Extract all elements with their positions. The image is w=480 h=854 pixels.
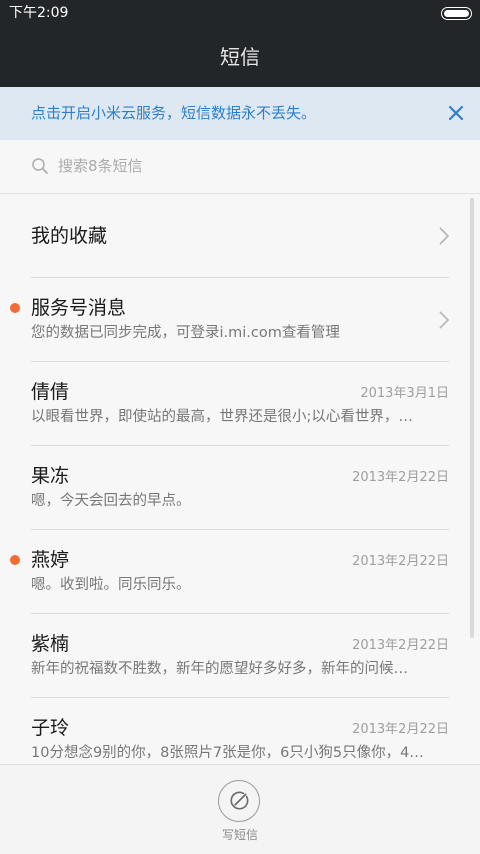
conversation-row[interactable]: 燕婷 2013年2月22日 嗯。收到啦。同乐同乐。: [0, 530, 480, 614]
conversation-row[interactable]: 子玲 2013年2月22日 10分想念9别的你，8张照片7张是你，6只小狗5只像…: [0, 698, 480, 764]
page-title: 短信: [220, 45, 260, 69]
compose-icon: [230, 791, 249, 810]
scrollbar[interactable]: [470, 198, 474, 638]
service-messages-row[interactable]: 服务号消息 您的数据已同步完成，可登录i.mi.com查看管理: [0, 278, 480, 362]
message-date: 2013年3月1日: [360, 386, 449, 401]
message-preview: 10分想念9别的你，8张照片7张是你，6只小狗5只像你，4…: [31, 745, 424, 761]
message-date: 2013年2月22日: [352, 722, 449, 737]
contact-name: 子玲: [31, 717, 70, 739]
conversation-row[interactable]: 果冻 2013年2月22日 嗯，今天会回去的早点。: [0, 446, 480, 530]
conversation-list[interactable]: 我的收藏 服务号消息 您的数据已同步完成，可登录i.mi.com查看管理 倩倩 …: [0, 194, 480, 764]
message-preview: 新年的祝福数不胜数，新年的愿望好多好多，新年的问候…: [31, 661, 408, 677]
contact-name: 倩倩: [31, 381, 70, 403]
search-input[interactable]: [58, 155, 438, 177]
unread-dot: [10, 303, 20, 313]
app-header: 下午2:09 短信: [0, 0, 480, 87]
message-preview: 嗯，今天会回去的早点。: [31, 493, 191, 509]
contact-name: 果冻: [31, 465, 70, 487]
battery-icon: [441, 7, 472, 20]
conversation-row[interactable]: 倩倩 2013年3月1日 以眼看世界，即使站的最高，世界还是很小;以心看世界，…: [0, 362, 480, 446]
unread-dot: [10, 555, 20, 565]
close-icon[interactable]: [446, 103, 466, 123]
banner-text[interactable]: 点击开启小米云服务，短信数据永不丢失。: [31, 103, 316, 123]
contact-name: 紫楠: [31, 633, 70, 655]
message-preview: 以眼看世界，即使站的最高，世界还是很小;以心看世界，…: [31, 409, 413, 425]
cloud-service-banner[interactable]: 点击开启小米云服务，短信数据永不丢失。: [0, 87, 480, 140]
service-preview: 您的数据已同步完成，可登录i.mi.com查看管理: [31, 325, 340, 341]
service-name: 服务号消息: [31, 297, 127, 319]
message-date: 2013年2月22日: [352, 554, 449, 569]
chevron-right-icon: [439, 311, 450, 329]
message-date: 2013年2月22日: [352, 638, 449, 653]
chevron-right-icon: [439, 227, 450, 245]
status-time: 下午2:09: [9, 5, 69, 21]
compose-label[interactable]: 写短信: [0, 827, 480, 843]
search-bar[interactable]: [0, 140, 480, 194]
message-date: 2013年2月22日: [352, 470, 449, 485]
favorites-row[interactable]: 我的收藏: [0, 194, 480, 278]
contact-name: 燕婷: [31, 549, 70, 571]
conversation-row[interactable]: 紫楠 2013年2月22日 新年的祝福数不胜数，新年的愿望好多好多，新年的问候…: [0, 614, 480, 698]
compose-button[interactable]: [218, 780, 260, 822]
favorites-label: 我的收藏: [31, 225, 108, 247]
search-icon: [32, 158, 48, 174]
bottom-bar: 写短信: [0, 764, 480, 854]
message-preview: 嗯。收到啦。同乐同乐。: [31, 577, 191, 593]
